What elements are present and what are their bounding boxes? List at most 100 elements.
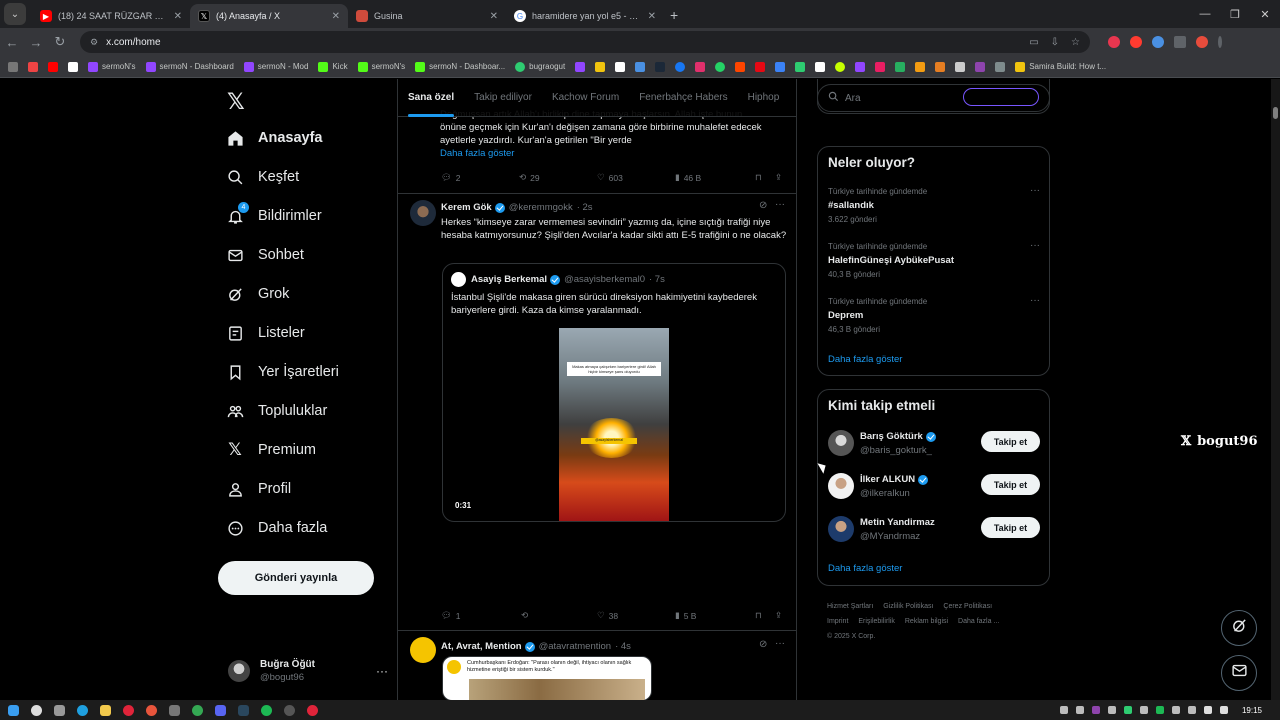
share-button[interactable]: ⇪ [775, 610, 795, 621]
bookmark-icon[interactable] [955, 61, 966, 72]
footer-link[interactable]: Imprint [827, 618, 848, 625]
more-icon[interactable]: ··· [1030, 240, 1040, 251]
network-icon[interactable] [1203, 706, 1212, 714]
puzzle-icon[interactable] [1174, 36, 1186, 48]
bookmark-icon[interactable] [595, 61, 606, 72]
bookmark-link[interactable]: Samira Build: How t... [1015, 61, 1106, 72]
bookmark-link[interactable]: sermoN - Dashboard [145, 61, 234, 72]
browser-tab[interactable]: Gusina ✕ [348, 4, 506, 28]
app-icon[interactable] [284, 704, 295, 716]
more-icon[interactable]: ··· [1030, 295, 1040, 306]
suggested-user[interactable]: İlker ALKUN @ilkeralkun Takip et [828, 473, 1040, 503]
bookmark-icon[interactable] [935, 61, 946, 72]
extension-icon[interactable] [1152, 36, 1164, 48]
task-view-icon[interactable] [54, 704, 65, 716]
bookmark-icon[interactable] [755, 61, 766, 72]
opera-icon[interactable] [123, 704, 134, 716]
footer-link[interactable]: Çerez Politikası [943, 603, 992, 610]
headset-icon[interactable] [1059, 706, 1068, 714]
bookmark-icon[interactable] [895, 61, 906, 72]
browser-tab-active[interactable]: 𝕏 (4) Anasayfa / X ✕ [190, 4, 348, 28]
x-bookmark[interactable] [68, 61, 78, 72]
retweet-button[interactable]: ⟲ [521, 610, 597, 621]
nav-profile[interactable]: Profil [226, 480, 291, 498]
follow-button[interactable]: Takip et [981, 431, 1040, 452]
tray-icon[interactable] [1171, 706, 1180, 714]
footer-link[interactable]: Gizlilik Politikası [883, 603, 933, 610]
site-info-icon[interactable]: ⚙ [90, 37, 98, 48]
bookmark-link[interactable]: bugraogut [515, 61, 565, 72]
new-tab-button[interactable]: + [670, 7, 678, 23]
minimize-icon[interactable]: — [1190, 0, 1220, 28]
share-button[interactable]: ⇪ [775, 172, 795, 183]
reply-button[interactable]: 💬︎ 1 [441, 610, 521, 621]
bookmark-icon[interactable] [775, 61, 786, 72]
grok-float-button[interactable] [1221, 610, 1257, 646]
follow-button[interactable]: Takip et [981, 517, 1040, 538]
nav-premium[interactable]: 𝕏 Premium [226, 440, 316, 459]
grok-icon[interactable]: ⊘ [759, 639, 767, 650]
bookmark-link[interactable]: sermoN - Mod [243, 61, 308, 72]
restore-icon[interactable]: ❐ [1220, 0, 1250, 28]
bookmark-icon[interactable] [635, 61, 646, 72]
author-handle[interactable]: @atavratmention [539, 641, 611, 652]
obs-icon[interactable] [307, 704, 318, 716]
footer-link[interactable]: Daha fazla ... [958, 618, 999, 625]
show-more-link[interactable]: Daha fazla göster [828, 563, 902, 574]
steam-icon[interactable] [238, 704, 249, 716]
windows-start-icon[interactable] [8, 704, 19, 716]
discord-icon[interactable] [215, 704, 226, 716]
video-player[interactable]: Makas atmaya çalışırken bariyerlere gird… [559, 328, 669, 521]
bookmark-link[interactable]: sermoN's [357, 61, 405, 72]
spotify-icon[interactable] [261, 704, 272, 716]
cast-icon[interactable]: ▭ [1029, 37, 1038, 48]
bookmark-icon[interactable] [995, 61, 1006, 72]
reload-icon[interactable]: ↻ [48, 34, 72, 50]
scrollbar-thumb[interactable] [1273, 107, 1278, 119]
author-name[interactable]: Kerem Gök [441, 202, 492, 213]
bookmark-icon[interactable] [795, 61, 806, 72]
views-button[interactable]: ▮ 5 B [675, 610, 755, 621]
install-icon[interactable]: ⇩ [1051, 37, 1059, 48]
footer-link[interactable]: Hizmet Şartları [827, 603, 873, 610]
close-tab-icon[interactable]: ✕ [648, 11, 656, 22]
x-logo-icon[interactable]: 𝕏 [227, 89, 245, 115]
tab-for-you[interactable]: Sana özel [398, 79, 464, 117]
like-button[interactable]: ♡ 38 [597, 610, 675, 621]
url-input[interactable]: ⚙ x.com/home ▭ ⇩ ☆ [80, 31, 1090, 53]
tray-icon[interactable] [1091, 706, 1100, 714]
trend-item[interactable]: Türkiye tarihinde gündemde Deprem 46,3 B… [828, 295, 1040, 334]
nav-home[interactable]: Anasayfa [226, 129, 322, 147]
footer-link[interactable]: Reklam bilgisi [905, 618, 948, 625]
bookmark-link[interactable]: sermoN's [88, 61, 136, 72]
bookmark-icon[interactable] [655, 61, 666, 72]
search-icon[interactable] [31, 704, 42, 716]
taskbar-clock[interactable]: 19:15 [1242, 706, 1262, 715]
trend-item[interactable]: Türkiye tarihinde gündemde HalefinGüneşi… [828, 240, 1040, 279]
volume-icon[interactable] [1219, 706, 1228, 714]
more-icon[interactable]: ··· [775, 638, 785, 649]
bookmark-button[interactable]: ⊓ [755, 610, 775, 621]
suggested-user[interactable]: Metin Yandirmaz @MYandrmaz Takip et [828, 516, 1040, 546]
nav-bookmarks[interactable]: Yer İşaretleri [226, 363, 339, 381]
tray-icon[interactable] [1075, 706, 1084, 714]
quote-tweet-card[interactable]: Asayiş Berkemal @asayisberkemal0 · 7s İs… [442, 263, 786, 522]
tray-icon[interactable] [1139, 706, 1148, 714]
bookmark-icon[interactable] [28, 61, 38, 72]
tweet-image-card[interactable]: Cumhurbaşkanı Erdoğan: "Parası olanın de… [442, 656, 652, 700]
nav-explore[interactable]: Keşfet [226, 168, 299, 186]
account-switcher[interactable]: Buğra Öğüt @bogut96 ··· [228, 654, 388, 688]
explorer-icon[interactable] [100, 704, 111, 716]
page-scrollbar[interactable] [1271, 79, 1280, 700]
bookmark-icon[interactable] [815, 61, 826, 72]
extension-icon[interactable] [1108, 36, 1120, 48]
bookmark-icon[interactable] [915, 61, 926, 72]
author-name[interactable]: At, Avrat, Mention [441, 641, 522, 652]
extension-icon[interactable] [1130, 36, 1142, 48]
more-icon[interactable]: ··· [775, 199, 785, 210]
more-icon[interactable]: ··· [1030, 185, 1040, 196]
nav-more[interactable]: Daha fazla [226, 519, 327, 537]
bookmark-button[interactable]: ⊓ [755, 172, 775, 183]
app-icon[interactable] [146, 704, 157, 716]
retweet-button[interactable]: ⟲ 29 [519, 172, 597, 183]
